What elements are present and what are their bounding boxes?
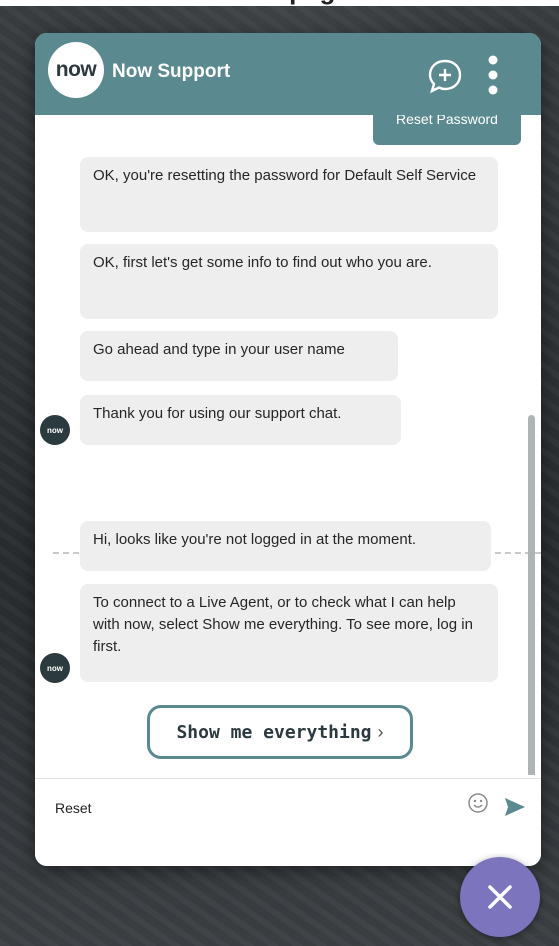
now-logo: now	[48, 42, 104, 98]
bot-message: OK, first let's get some info to find ou…	[80, 244, 498, 319]
bot-message: Thank you for using our support chat.	[80, 395, 401, 445]
bot-message: OK, you're resetting the password for De…	[80, 157, 498, 232]
bot-avatar: now	[40, 415, 70, 445]
chat-plus-icon[interactable]	[427, 58, 463, 94]
show-me-everything-button[interactable]: Show me everything ›	[147, 705, 413, 759]
composer-bar	[35, 778, 541, 866]
chat-header: now Now Support	[35, 33, 541, 115]
chat-title: Now Support	[112, 61, 231, 82]
send-icon[interactable]	[503, 796, 527, 818]
emoji-icon[interactable]	[467, 792, 489, 814]
scrollbar-thumb[interactable]	[528, 415, 535, 775]
more-vertical-icon[interactable]	[485, 55, 501, 95]
bot-message: To connect to a Live Agent, or to check …	[80, 584, 498, 682]
bot-message: Hi, looks like you're not logged in at t…	[80, 521, 491, 571]
message-list: Reset Password OK, you're resetting the …	[35, 115, 541, 775]
message-input[interactable]	[55, 793, 435, 823]
chevron-right-icon: ›	[377, 721, 384, 742]
user-message-reset-password[interactable]: Reset Password	[373, 115, 521, 145]
bot-avatar: now	[40, 653, 70, 683]
show-me-everything-label: Show me everything	[176, 721, 372, 743]
page-heading-fragment: page	[0, 0, 559, 6]
close-chat-button[interactable]	[460, 857, 540, 937]
close-icon	[488, 885, 512, 909]
chat-window: now Now Support Reset Password OK, you'r…	[35, 33, 541, 866]
bot-message: Go ahead and type in your user name	[80, 331, 398, 381]
